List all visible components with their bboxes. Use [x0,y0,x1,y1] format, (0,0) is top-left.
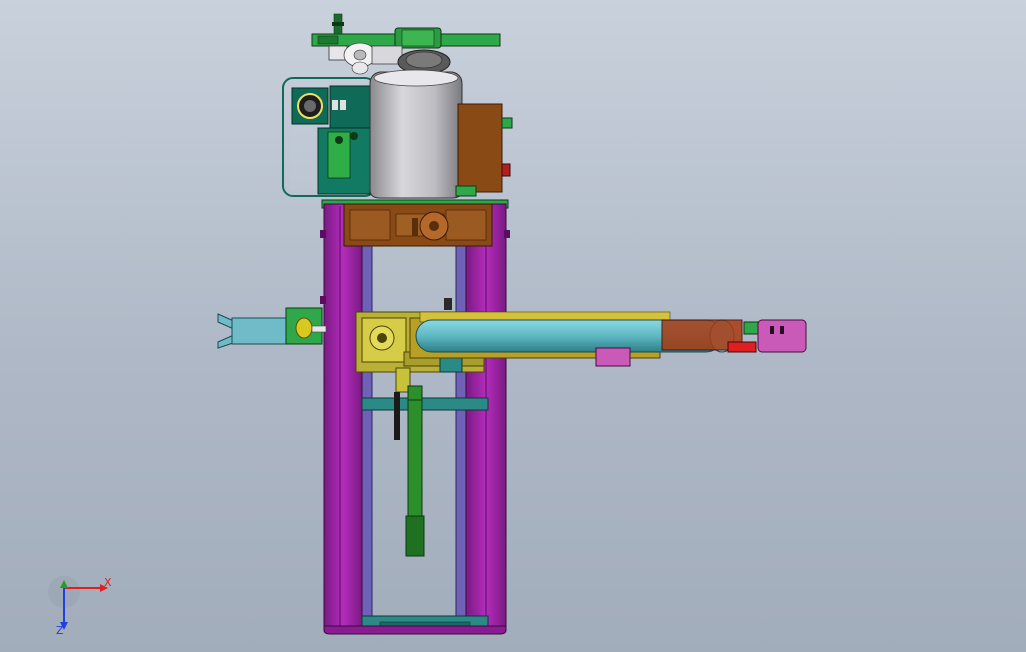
top-gear-assembly [311,13,501,75]
horizontal-arm [409,311,807,367]
left-gripper [217,307,327,349]
bearing-block [343,203,493,247]
coordinate-triad: X Z [48,576,112,637]
motor [369,69,463,199]
z-axis-label: Z [56,624,64,637]
robot-arm-assembly[interactable] [0,0,1026,652]
x-axis-label: X [104,576,112,589]
brown-side-block [455,103,513,197]
cad-viewport[interactable]: X Z [0,0,1026,652]
gearbox-housing [282,77,376,197]
